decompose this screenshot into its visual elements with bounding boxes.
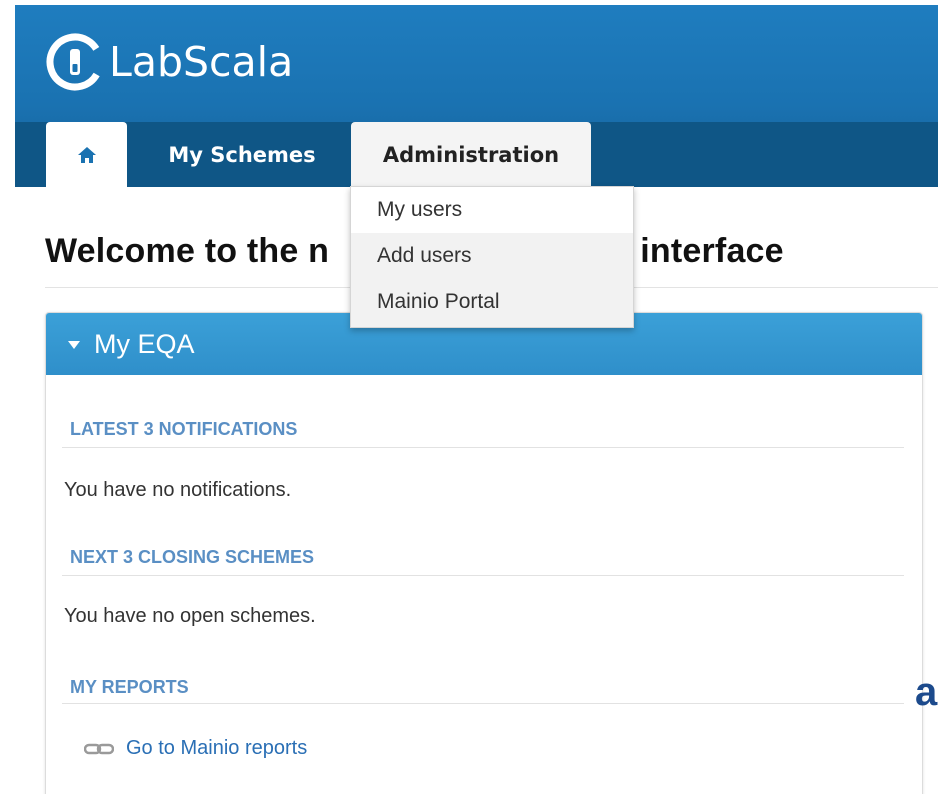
main-nav: My Schemes Administration	[15, 122, 938, 187]
menu-item-add-users[interactable]: Add users	[351, 233, 633, 279]
page: LabScala My Schemes Administration Welco…	[0, 0, 938, 794]
administration-dropdown: My users Add users Mainio Portal	[350, 186, 634, 328]
page-title-left: Welcome to the n	[45, 232, 330, 270]
tab-administration[interactable]: Administration	[351, 122, 591, 187]
app-name: LabScala	[109, 37, 294, 86]
closing-schemes-text: You have no open schemes.	[64, 605, 316, 627]
logo[interactable]: LabScala	[45, 22, 293, 102]
notifications-text: You have no notifications.	[64, 479, 292, 501]
caret-down-icon	[68, 341, 80, 349]
mainio-reports-link-label[interactable]: Go to Mainio reports	[126, 737, 307, 760]
tab-home[interactable]	[46, 122, 127, 187]
edge-text: a	[915, 670, 938, 714]
app-header: LabScala My Schemes Administration	[15, 5, 938, 187]
section-divider	[62, 575, 904, 576]
panel-title: My EQA	[94, 328, 195, 359]
mainio-reports-link[interactable]: Go to Mainio reports	[84, 737, 307, 760]
menu-item-my-users[interactable]: My users	[351, 187, 633, 233]
menu-item-mainio-portal[interactable]: Mainio Portal	[351, 279, 633, 325]
section-heading-notifications: LATEST 3 NOTIFICATIONS	[70, 419, 298, 439]
section-heading-my-reports: MY REPORTS	[70, 677, 189, 697]
section-heading-closing-schemes: NEXT 3 CLOSING SCHEMES	[70, 547, 315, 567]
section-divider	[62, 447, 904, 448]
section-divider	[62, 703, 904, 704]
home-icon	[77, 146, 96, 163]
my-eqa-panel: My EQA LATEST 3 NOTIFICATIONS You have n…	[45, 312, 923, 794]
link-icon	[84, 743, 114, 754]
tab-my-schemes[interactable]: My Schemes	[137, 122, 347, 187]
labscala-logo-icon	[46, 33, 104, 91]
